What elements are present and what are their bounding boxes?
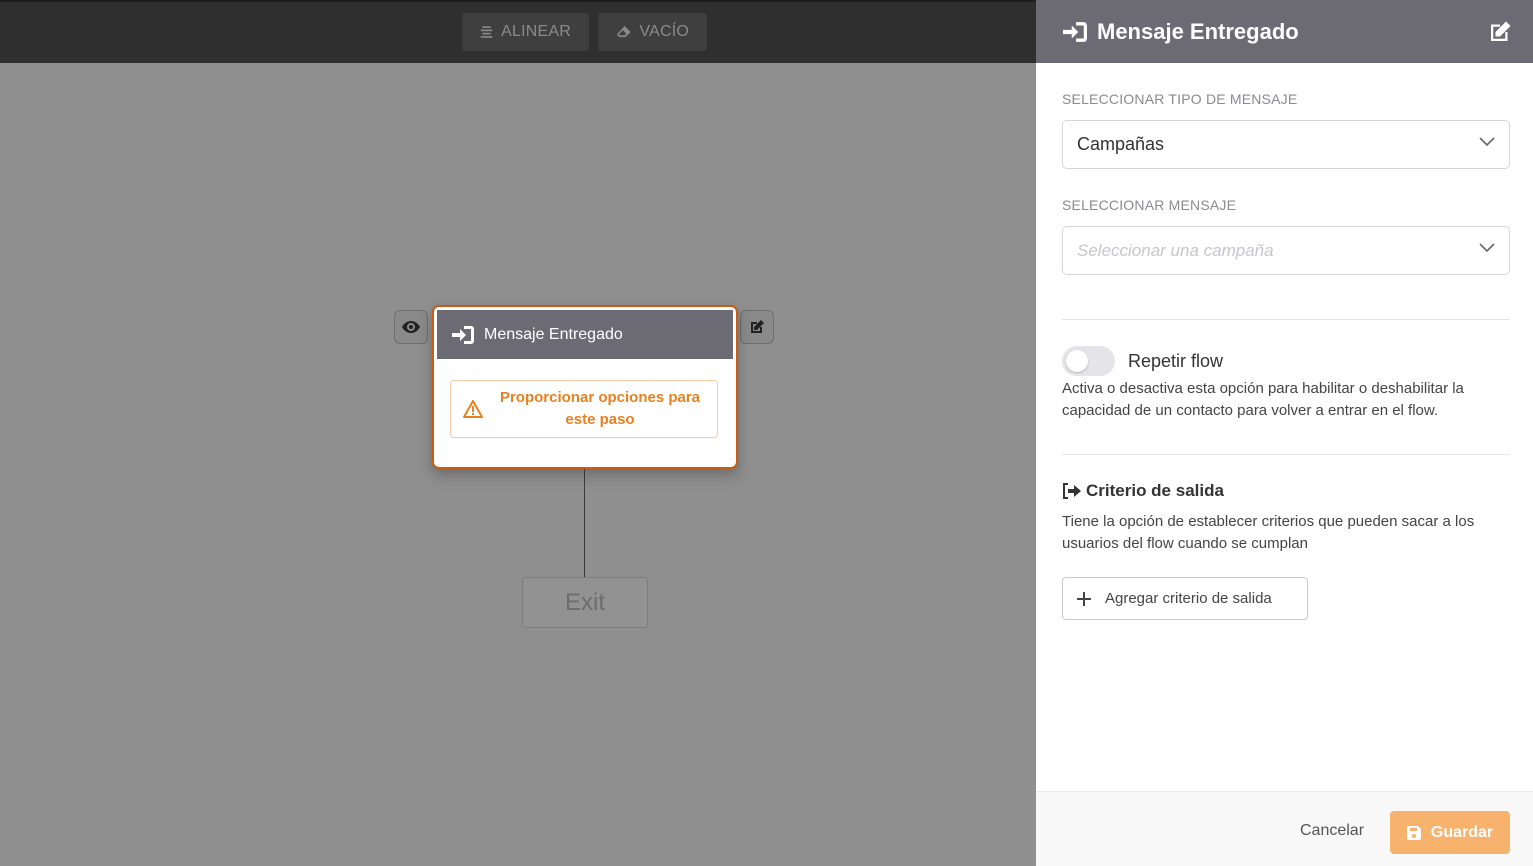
save-icon: [1406, 825, 1421, 840]
edit-node-button[interactable]: [740, 310, 774, 344]
divider: [1062, 319, 1510, 320]
repeat-flow-toggle[interactable]: [1062, 346, 1115, 376]
align-icon: [480, 26, 493, 38]
message-label: SELECCIONAR MENSAJE: [1062, 197, 1237, 213]
sign-out-icon: [1063, 483, 1081, 499]
message-type-select[interactable]: Campañas: [1062, 120, 1510, 169]
add-exit-criteria-label: Agregar criterio de salida: [1105, 590, 1272, 607]
exit-criteria-title: Criterio de salida: [1062, 481, 1224, 501]
flow-canvas[interactable]: ALINEAR VACÍO Mensaje Entregado Proporci…: [0, 0, 1036, 865]
canvas-toolbar: ALINEAR VACÍO: [0, 0, 1036, 63]
eraser-icon: [616, 26, 631, 38]
message-type-label: SELECCIONAR TIPO DE MENSAJE: [1062, 91, 1298, 107]
chevron-down-icon: [1479, 137, 1495, 147]
save-label: Guardar: [1430, 823, 1494, 841]
exit-label: Exit: [564, 588, 605, 616]
warning-icon: [463, 400, 483, 418]
edit-icon: [751, 320, 764, 333]
panel-header: Mensaje Entregado: [1036, 0, 1533, 63]
chevron-down-icon: [1479, 243, 1495, 253]
eye-icon: [402, 321, 420, 333]
toggle-knob: [1066, 350, 1088, 372]
empty-button[interactable]: VACÍO: [598, 13, 707, 51]
exit-criteria-help: Tiene la opción de establecer criterios …: [1062, 513, 1475, 552]
exit-criteria-title-text: Criterio de salida: [1086, 481, 1224, 500]
sign-in-icon: [1063, 21, 1087, 42]
node-warning: Proporcionar opciones para este paso: [450, 380, 718, 438]
node-connector: [584, 469, 585, 577]
plus-icon: [1077, 591, 1091, 606]
sign-in-icon: [452, 325, 474, 344]
save-button[interactable]: Guardar: [1390, 811, 1510, 854]
cancel-button[interactable]: Cancelar: [1300, 822, 1364, 840]
panel-footer: Cancelar Guardar: [1036, 791, 1533, 866]
repeat-flow-help: Activa o desactiva esta opción para habi…: [1062, 380, 1464, 419]
panel-title: Mensaje Entregado: [1097, 18, 1299, 44]
message-select[interactable]: Seleccionar una campaña: [1062, 226, 1510, 275]
preview-node-button[interactable]: [394, 310, 428, 344]
node-header: Mensaje Entregado: [437, 310, 733, 359]
message-type-value: Campañas: [1077, 134, 1165, 154]
message-placeholder: Seleccionar una campaña: [1077, 240, 1274, 260]
empty-label: VACÍO: [639, 23, 689, 40]
node-title: Mensaje Entregado: [484, 325, 623, 343]
settings-panel: Mensaje Entregado SELECCIONAR TIPO DE ME…: [1036, 0, 1533, 866]
repeat-flow-label: Repetir flow: [1128, 351, 1224, 371]
exit-node[interactable]: Exit: [522, 577, 648, 628]
edit-icon[interactable]: [1488, 20, 1512, 44]
flow-node[interactable]: Mensaje Entregado Proporcionar opciones …: [432, 305, 738, 469]
align-button[interactable]: ALINEAR: [462, 13, 589, 51]
divider: [1062, 454, 1510, 455]
align-label: ALINEAR: [501, 23, 571, 40]
add-exit-criteria-button[interactable]: Agregar criterio de salida: [1062, 577, 1308, 620]
warning-text: Proporcionar opciones para este paso: [499, 389, 701, 428]
